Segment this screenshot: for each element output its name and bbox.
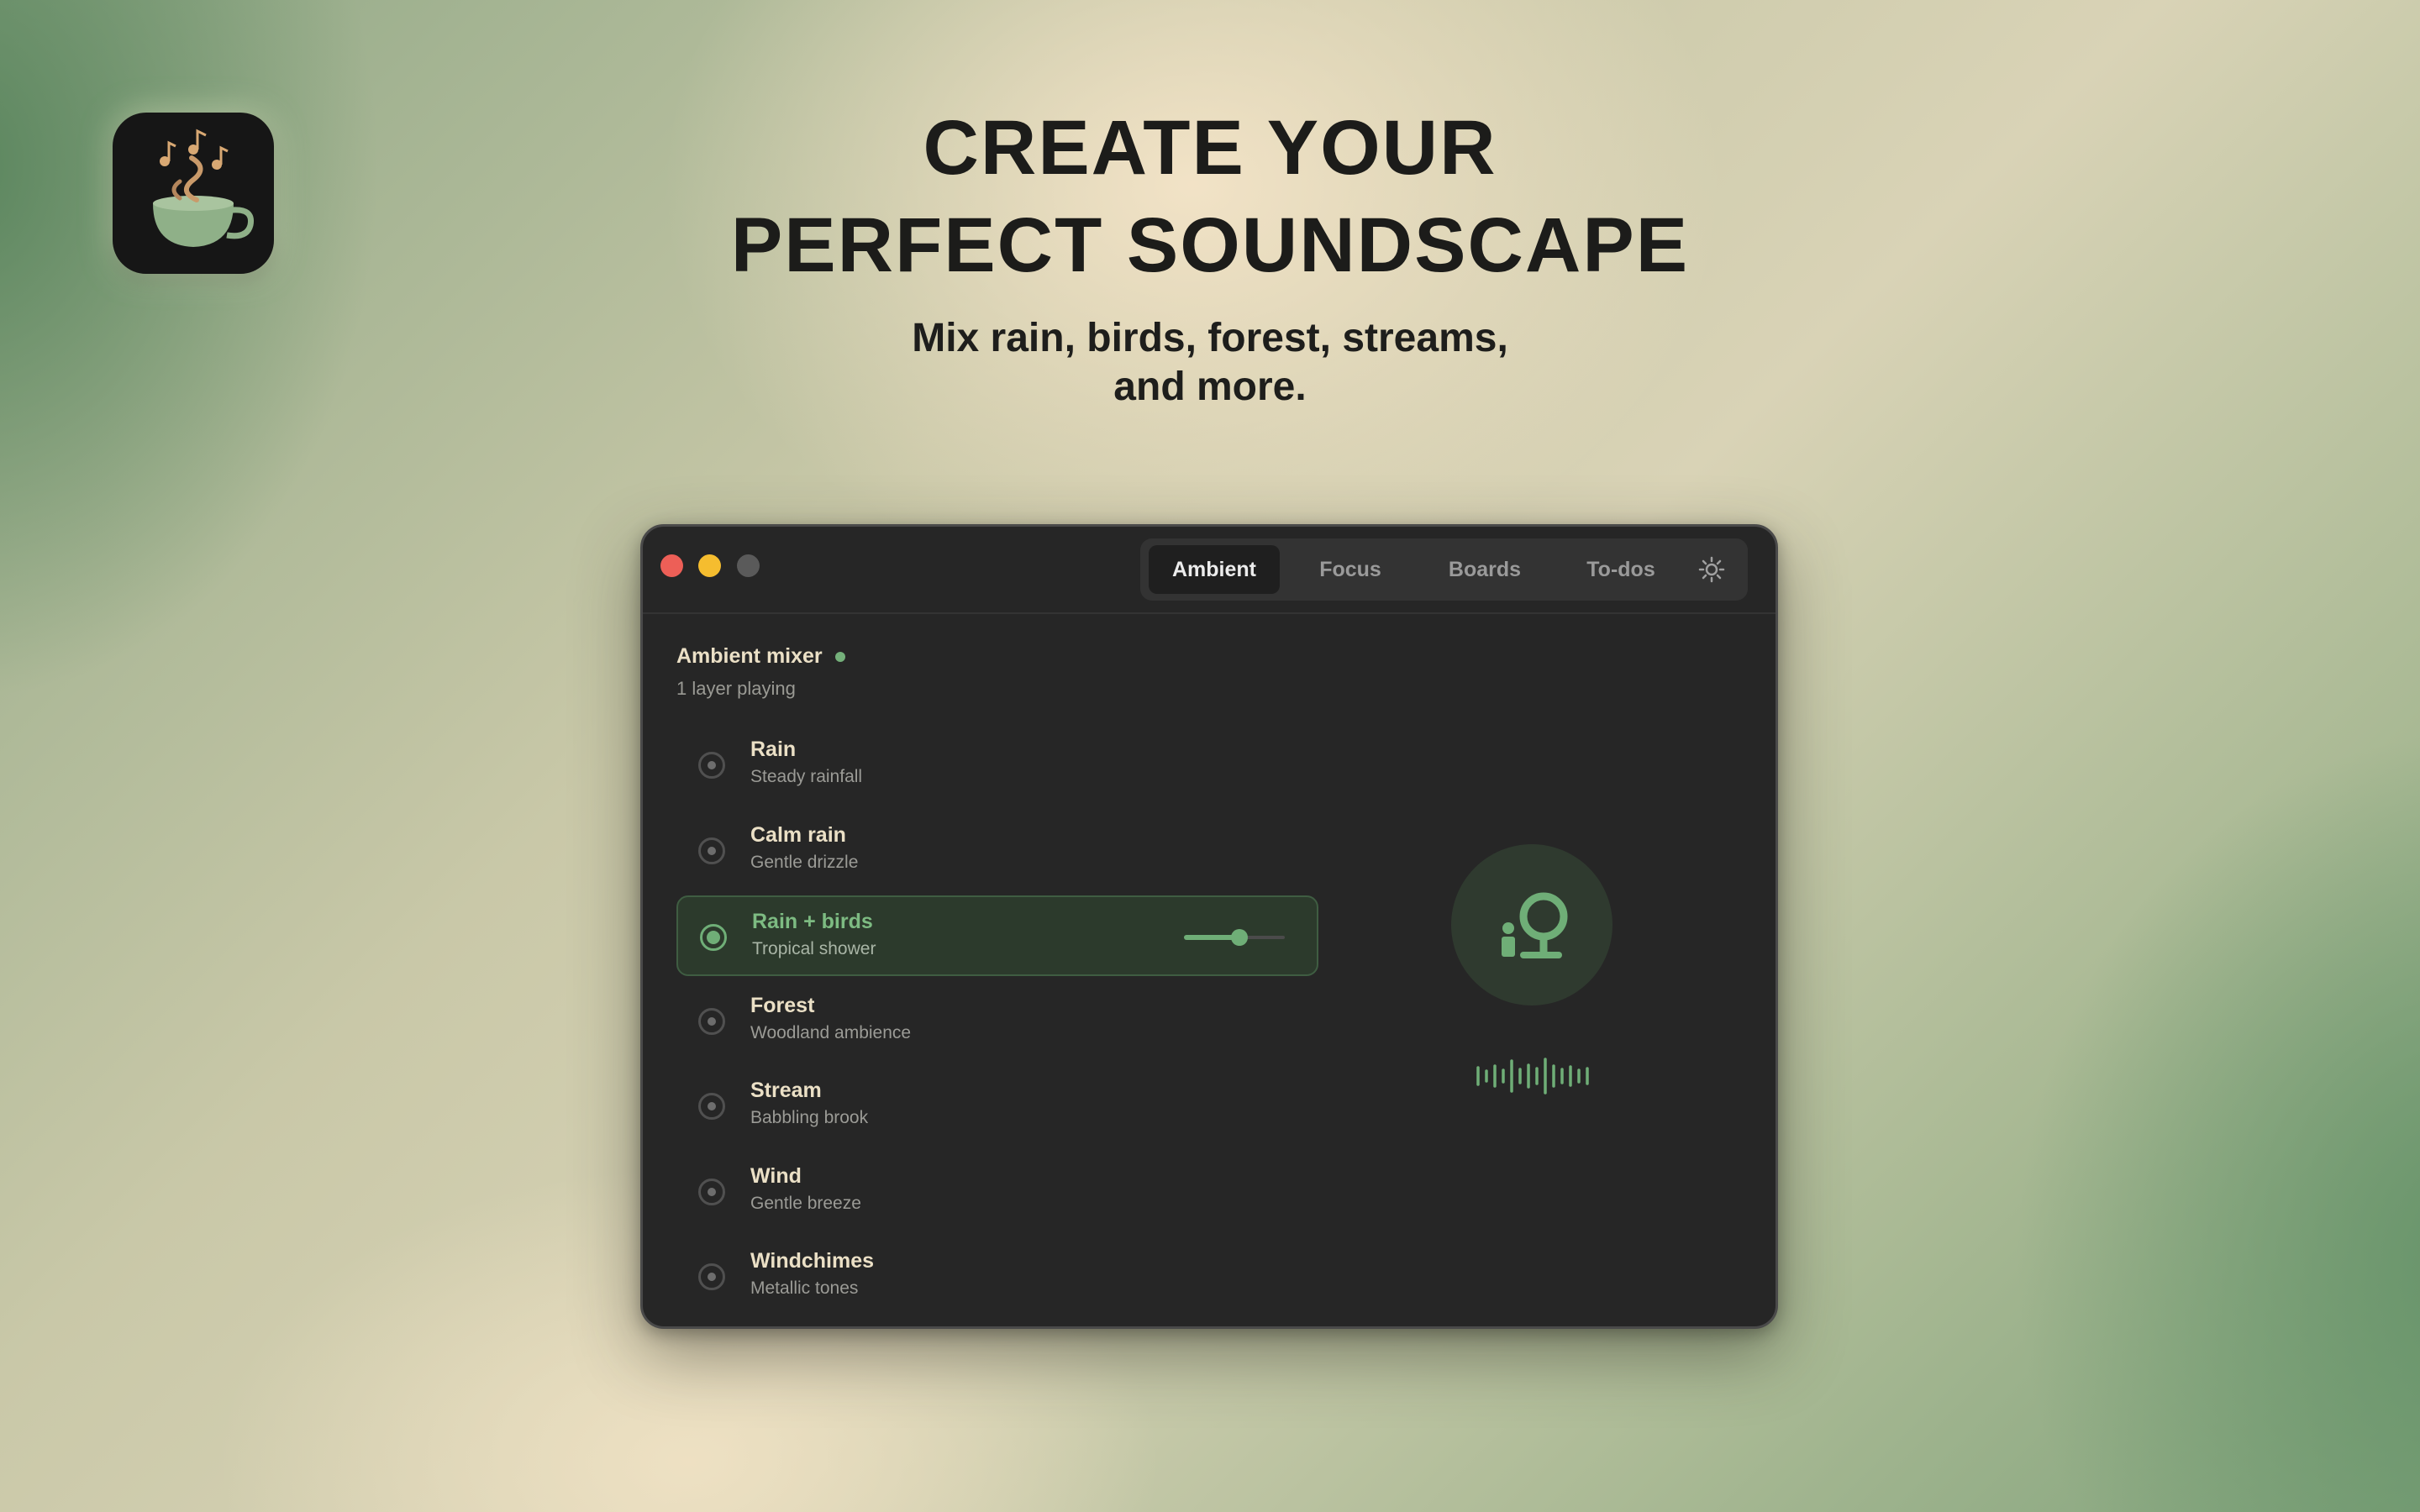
layer-row[interactable]: Stream Babbling brook: [676, 1066, 1318, 1147]
layer-radio[interactable]: [698, 1179, 725, 1205]
mixer-title: Ambient mixer: [676, 644, 823, 668]
volume-slider[interactable]: [1184, 927, 1285, 948]
layer-row[interactable]: Rain + birds Tropical shower: [676, 895, 1318, 976]
layer-row[interactable]: Wind Gentle breeze: [676, 1152, 1318, 1232]
tab-focus[interactable]: Focus: [1288, 545, 1413, 594]
layer-name: Wind: [750, 1164, 802, 1188]
layer-name: Rain: [750, 738, 797, 761]
sun-icon[interactable]: [1695, 553, 1728, 586]
layer-description: Gentle drizzle: [750, 853, 859, 872]
layer-description: Babbling brook: [750, 1108, 869, 1127]
layer-radio[interactable]: [698, 1093, 725, 1120]
close-button[interactable]: [660, 554, 683, 577]
tab-boards[interactable]: Boards: [1421, 545, 1549, 594]
layer-radio[interactable]: [700, 924, 727, 951]
layer-description: Metallic tones: [750, 1278, 859, 1298]
tab-bar: Ambient Focus Boards To-dos: [1140, 538, 1748, 601]
layer-row[interactable]: Rain Steady rainfall: [676, 725, 1318, 806]
layer-name: Windchimes: [750, 1249, 875, 1273]
tab-ambient[interactable]: Ambient: [1149, 545, 1280, 594]
layer-radio[interactable]: [698, 1008, 725, 1035]
layer-name: Forest: [750, 994, 815, 1017]
person-at-tree-icon: [1502, 892, 1568, 958]
layer-description: Tropical shower: [752, 939, 876, 958]
hero-subtitle: Mix rain, birds, forest, streams, and mo…: [0, 314, 2420, 412]
volume-slider-knob[interactable]: [1231, 929, 1248, 946]
layer-row[interactable]: Forest Woodland ambience: [676, 981, 1318, 1062]
layer-description: Steady rainfall: [750, 767, 863, 786]
layer-name: Stream: [750, 1079, 822, 1102]
hero-subtitle-line-1: Mix rain, birds, forest, streams,: [912, 316, 1508, 360]
app-window: Ambient Focus Boards To-dos Ambient mixe…: [640, 524, 1778, 1329]
layer-name: Calm rain: [750, 823, 846, 847]
hero-title-line-2: PERFECT SOUNDSCAPE: [730, 202, 1690, 288]
layer-description: Woodland ambience: [750, 1023, 912, 1042]
waveform-icon: [1476, 1058, 1589, 1095]
layer-name: Rain + birds: [752, 910, 873, 933]
minimize-button[interactable]: [698, 554, 721, 577]
layer-radio[interactable]: [698, 837, 725, 864]
hero-title-line-1: CREATE YOUR: [923, 105, 1497, 191]
playing-indicator-dot: [835, 652, 845, 662]
layer-row[interactable]: Calm rain Gentle drizzle: [676, 811, 1318, 891]
visualizer-badge: [1451, 844, 1612, 1005]
hero-subtitle-line-2: and more.: [1113, 365, 1307, 409]
layer-description: Gentle breeze: [750, 1194, 861, 1213]
title-bar: Ambient Focus Boards To-dos: [643, 527, 1776, 614]
tab-to-dos[interactable]: To-dos: [1557, 545, 1685, 594]
layer-row[interactable]: Windchimes Metallic tones: [676, 1236, 1318, 1317]
layer-radio[interactable]: [698, 752, 725, 779]
mixer-status: 1 layer playing: [676, 678, 796, 699]
hero-title: CREATE YOUR PERFECT SOUNDSCAPE: [0, 99, 2420, 294]
layer-radio[interactable]: [698, 1263, 725, 1290]
zoom-button[interactable]: [737, 554, 760, 577]
